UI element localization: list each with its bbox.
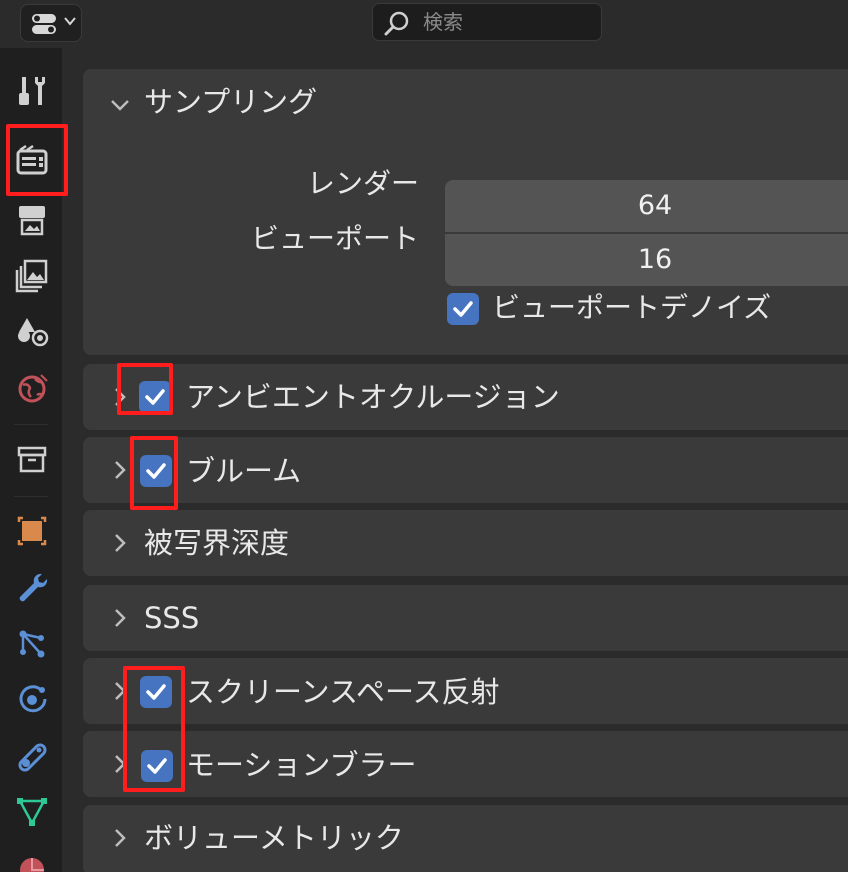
physics-properties-tab[interactable] (9, 676, 55, 722)
chevron-down-icon (111, 100, 129, 111)
depth-of-field-title: 被写界深度 (144, 526, 290, 560)
ambient-occlusion-checkbox[interactable] (139, 381, 171, 413)
viewport-denoise-label: ビューポートデノイズ (492, 291, 772, 324)
object-square-icon (17, 516, 47, 546)
checkmark-icon (453, 301, 473, 317)
physics-orbit-icon (19, 685, 47, 713)
volumetrics-title: ボリューメトリック (144, 821, 404, 855)
chevron-right-icon (115, 534, 126, 552)
output-properties-tab[interactable] (9, 196, 55, 242)
material-properties-tab[interactable] (9, 844, 55, 872)
screen-space-reflections-panel[interactable]: スクリーンスペース反射 (83, 658, 848, 724)
particles-icon (19, 630, 45, 658)
bloom-panel[interactable]: ブルーム (83, 437, 848, 503)
screen-space-reflections-title: スクリーンスペース反射 (186, 675, 500, 709)
sampling-panel-header[interactable]: サンプリング (83, 69, 848, 137)
collection-box-icon (17, 446, 47, 473)
checkmark-icon (146, 463, 166, 479)
depth-of-field-panel[interactable]: 被写界深度 (83, 510, 848, 576)
wrench-icon (19, 573, 48, 602)
collection-properties-tab[interactable] (9, 437, 55, 483)
render-samples-label: レンダー (306, 167, 419, 200)
viewport-samples-value: 16 (637, 244, 673, 275)
camera-back-icon (16, 144, 48, 175)
tab-separator (14, 424, 48, 425)
properties-editor-icon (32, 14, 56, 34)
modifier-properties-tab[interactable] (9, 564, 55, 610)
sampling-panel: サンプリング レンダー 64 ビューポート 16 ビューポートデノイズ (83, 69, 848, 355)
properties-header: 検索 (0, 0, 848, 48)
data-properties-tab[interactable] (9, 788, 55, 834)
material-sphere-icon (20, 858, 44, 872)
view-layer-properties-tab[interactable] (9, 252, 55, 298)
search-icon (384, 11, 409, 36)
sss-title: SSS (144, 601, 200, 635)
checkmark-icon (146, 684, 166, 700)
mesh-triangle-icon (17, 798, 47, 826)
image-stack-icon (15, 259, 48, 293)
properties-tab-bar (0, 48, 62, 872)
screwdriver-wrench-icon (19, 77, 45, 105)
tab-separator (14, 496, 48, 497)
bloom-title: ブルーム (186, 454, 302, 488)
motion-blur-title: モーションブラー (186, 748, 417, 782)
render-properties-area: サンプリング レンダー 64 ビューポート 16 ビューポートデノイズ アンビエ… (62, 48, 848, 872)
checkmark-icon (145, 389, 165, 405)
printer-icon (19, 206, 45, 236)
motion-blur-checkbox[interactable] (141, 750, 173, 782)
chevron-right-icon (115, 829, 126, 847)
ambient-occlusion-title: アンビエントオクルージョン (186, 380, 560, 414)
chevron-right-icon (115, 682, 126, 700)
tool-properties-tab[interactable] (9, 69, 55, 115)
chevron-down-icon (64, 17, 76, 26)
particle-properties-tab[interactable] (9, 620, 55, 666)
chevron-right-icon (115, 755, 126, 773)
bloom-checkbox[interactable] (140, 455, 172, 487)
viewport-denoise-checkbox[interactable] (447, 293, 479, 325)
object-properties-tab[interactable] (9, 508, 55, 554)
render-samples-field[interactable]: 64 (445, 180, 848, 232)
editor-type-dropdown[interactable] (20, 4, 82, 42)
screen-space-reflections-checkbox[interactable] (140, 676, 172, 708)
world-properties-tab[interactable] (9, 365, 55, 411)
scene-properties-tab[interactable] (9, 308, 55, 354)
constraint-link-icon (18, 743, 47, 772)
render-properties-tab[interactable] (9, 137, 55, 183)
chevron-right-icon (115, 461, 126, 479)
scene-icon (18, 318, 49, 347)
chevron-right-icon (115, 388, 126, 406)
constraint-properties-tab[interactable] (9, 732, 55, 778)
search-placeholder: 検索 (423, 10, 463, 34)
sss-panel[interactable]: SSS (83, 585, 848, 651)
motion-blur-panel[interactable]: モーションブラー (83, 731, 848, 797)
render-samples-value: 64 (637, 190, 673, 221)
world-icon (18, 374, 48, 403)
chevron-right-icon (115, 609, 126, 627)
sampling-title: サンプリング (144, 85, 318, 119)
viewport-samples-label: ビューポート (250, 222, 419, 255)
volumetrics-panel[interactable]: ボリューメトリック (83, 805, 848, 872)
ambient-occlusion-panel[interactable]: アンビエントオクルージョン (83, 364, 848, 430)
checkmark-icon (147, 758, 167, 774)
search-field[interactable]: 検索 (372, 3, 602, 41)
viewport-samples-field[interactable]: 16 (445, 234, 848, 286)
